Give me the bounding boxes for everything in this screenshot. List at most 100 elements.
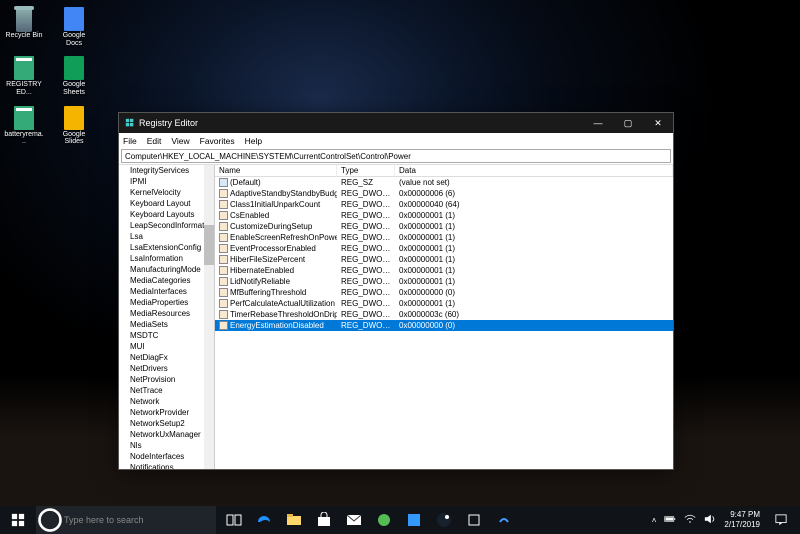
tree-item[interactable]: KernelVelocity bbox=[121, 188, 214, 199]
list-row[interactable]: MfBufferingThresholdREG_DWORD0x00000000 … bbox=[215, 287, 673, 298]
start-button[interactable] bbox=[0, 506, 36, 534]
tree-item[interactable]: MediaResources bbox=[121, 309, 214, 320]
file-explorer-icon[interactable] bbox=[280, 506, 308, 534]
tree-item[interactable]: ManufacturingMode bbox=[121, 265, 214, 276]
task-view-icon[interactable] bbox=[220, 506, 248, 534]
value-type: REG_DWORD bbox=[337, 232, 395, 243]
minimize-button[interactable]: — bbox=[583, 113, 613, 133]
list-row[interactable]: (Default)REG_SZ(value not set) bbox=[215, 177, 673, 188]
tree-scrollbar-thumb[interactable] bbox=[204, 225, 214, 265]
txt-icon bbox=[14, 106, 34, 130]
dword-value-icon bbox=[219, 321, 228, 330]
tree-item[interactable]: MediaInterfaces bbox=[121, 287, 214, 298]
address-bar[interactable]: Computer\HKEY_LOCAL_MACHINE\SYSTEM\Curre… bbox=[121, 149, 671, 163]
value-name: Class1InitialUnparkCount bbox=[230, 199, 320, 210]
tree-item[interactable]: MSDTC bbox=[121, 331, 214, 342]
tree-item[interactable]: MediaSets bbox=[121, 320, 214, 331]
tree-item[interactable]: MUI bbox=[121, 342, 214, 353]
tree-item[interactable]: Network bbox=[121, 397, 214, 408]
tree-item[interactable]: MediaProperties bbox=[121, 298, 214, 309]
tree-item[interactable]: Nls bbox=[121, 441, 214, 452]
tree-scrollbar-track[interactable] bbox=[204, 165, 214, 469]
tree-item[interactable]: Keyboard Layout bbox=[121, 199, 214, 210]
registry-editor-window: Registry Editor — ▢ ✕ File Edit View Favori… bbox=[118, 112, 674, 470]
list-row[interactable]: TimerRebaseThresholdOnDripsExitREG_DWORD… bbox=[215, 309, 673, 320]
desktop-icon[interactable]: Google Sheets bbox=[54, 55, 94, 96]
tree-item[interactable]: Notifications bbox=[121, 463, 214, 469]
tree-item[interactable]: LsaExtensionConfig bbox=[121, 243, 214, 254]
mail-icon[interactable] bbox=[340, 506, 368, 534]
dword-value-icon bbox=[219, 266, 228, 275]
menu-view[interactable]: View bbox=[171, 136, 189, 146]
action-center-icon[interactable] bbox=[768, 506, 794, 534]
menu-edit[interactable]: Edit bbox=[147, 136, 162, 146]
list-row[interactable]: LidNotifyReliableREG_DWORD0x00000001 (1) bbox=[215, 276, 673, 287]
tray-overflow-icon[interactable]: ˄ bbox=[652, 516, 657, 525]
wifi-icon[interactable] bbox=[684, 513, 696, 527]
desktop-icon[interactable]: Google Docs bbox=[54, 6, 94, 47]
app-icon-2[interactable] bbox=[400, 506, 428, 534]
value-type: REG_DWORD bbox=[337, 254, 395, 265]
tree-panel[interactable]: IntegrityServicesIPMIKernelVelocityKeybo… bbox=[119, 165, 215, 469]
list-row[interactable]: HibernateEnabledREG_DWORD0x00000001 (1) bbox=[215, 265, 673, 276]
list-row[interactable]: CsEnabledREG_DWORD0x00000001 (1) bbox=[215, 210, 673, 221]
app-icon-1[interactable] bbox=[370, 506, 398, 534]
value-name: CsEnabled bbox=[230, 210, 269, 221]
value-name: TimerRebaseThresholdOnDripsExit bbox=[230, 309, 337, 320]
tree-item[interactable]: LeapSecondInformation bbox=[121, 221, 214, 232]
desktop-icon[interactable]: Google Slides bbox=[54, 105, 94, 146]
list-header[interactable]: Name Type Data bbox=[215, 165, 673, 177]
tree-item[interactable]: Keyboard Layouts bbox=[121, 210, 214, 221]
tree-item[interactable]: LsaInformation bbox=[121, 254, 214, 265]
tree-item[interactable]: Lsa bbox=[121, 232, 214, 243]
tree-item[interactable]: NetworkUxManager bbox=[121, 430, 214, 441]
value-type: REG_DWORD bbox=[337, 276, 395, 287]
column-data[interactable]: Data bbox=[395, 165, 673, 176]
value-type: REG_DWORD bbox=[337, 298, 395, 309]
maximize-button[interactable]: ▢ bbox=[613, 113, 643, 133]
desktop-icon[interactable]: REGISTRYED... bbox=[4, 55, 44, 96]
tree-item[interactable]: NetDiagFx bbox=[121, 353, 214, 364]
close-button[interactable]: ✕ bbox=[643, 113, 673, 133]
value-data: 0x00000001 (1) bbox=[395, 232, 673, 243]
list-row[interactable]: EnergyEstimationDisabledREG_DWORD0x00000… bbox=[215, 320, 673, 331]
list-row[interactable]: EnableScreenRefreshOnPowerButtonLon...RE… bbox=[215, 232, 673, 243]
search-box[interactable]: Type here to search bbox=[36, 506, 216, 534]
steam-icon[interactable] bbox=[430, 506, 458, 534]
tree-item[interactable]: NetworkSetup2 bbox=[121, 419, 214, 430]
clock[interactable]: 9:47 PM 2/17/2019 bbox=[724, 510, 760, 530]
tree-item[interactable]: NetProvision bbox=[121, 375, 214, 386]
list-row[interactable]: Class1InitialUnparkCountREG_DWORD0x00000… bbox=[215, 199, 673, 210]
desktop-icon[interactable]: batteryrema... bbox=[4, 105, 44, 146]
tree-item[interactable]: NetTrace bbox=[121, 386, 214, 397]
store-icon[interactable] bbox=[310, 506, 338, 534]
column-type[interactable]: Type bbox=[337, 165, 395, 176]
clock-date: 2/17/2019 bbox=[724, 520, 760, 530]
tree-item[interactable]: NodeInterfaces bbox=[121, 452, 214, 463]
value-list[interactable]: Name Type Data (Default)REG_SZ(value not… bbox=[215, 165, 673, 469]
value-name: LidNotifyReliable bbox=[230, 276, 290, 287]
tree-item[interactable]: NetworkProvider bbox=[121, 408, 214, 419]
edge-icon[interactable] bbox=[250, 506, 278, 534]
column-name[interactable]: Name bbox=[215, 165, 337, 176]
list-row[interactable]: CustomizeDuringSetupREG_DWORD0x00000001 … bbox=[215, 221, 673, 232]
menu-help[interactable]: Help bbox=[245, 136, 262, 146]
battery-icon[interactable] bbox=[664, 513, 676, 527]
desktop-icon[interactable]: Recycle Bin bbox=[4, 6, 44, 47]
tree-item[interactable]: IPMI bbox=[121, 177, 214, 188]
app-icon-3[interactable] bbox=[460, 506, 488, 534]
app-icon-4[interactable] bbox=[490, 506, 518, 534]
menu-file[interactable]: File bbox=[123, 136, 137, 146]
menu-favorites[interactable]: Favorites bbox=[200, 136, 235, 146]
titlebar[interactable]: Registry Editor — ▢ ✕ bbox=[119, 113, 673, 133]
list-row[interactable]: EventProcessorEnabledREG_DWORD0x00000001… bbox=[215, 243, 673, 254]
value-type: REG_DWORD bbox=[337, 221, 395, 232]
tree-item[interactable]: MediaCategories bbox=[121, 276, 214, 287]
system-tray: ˄ 9:47 PM 2/17/2019 bbox=[652, 506, 800, 534]
list-row[interactable]: PerfCalculateActualUtilizationREG_DWORD0… bbox=[215, 298, 673, 309]
volume-icon[interactable] bbox=[704, 513, 716, 527]
tree-item[interactable]: IntegrityServices bbox=[121, 166, 214, 177]
list-row[interactable]: AdaptiveStandbyStandbyBudgetAvgInter...R… bbox=[215, 188, 673, 199]
list-row[interactable]: HiberFileSizePercentREG_DWORD0x00000001 … bbox=[215, 254, 673, 265]
tree-item[interactable]: NetDrivers bbox=[121, 364, 214, 375]
